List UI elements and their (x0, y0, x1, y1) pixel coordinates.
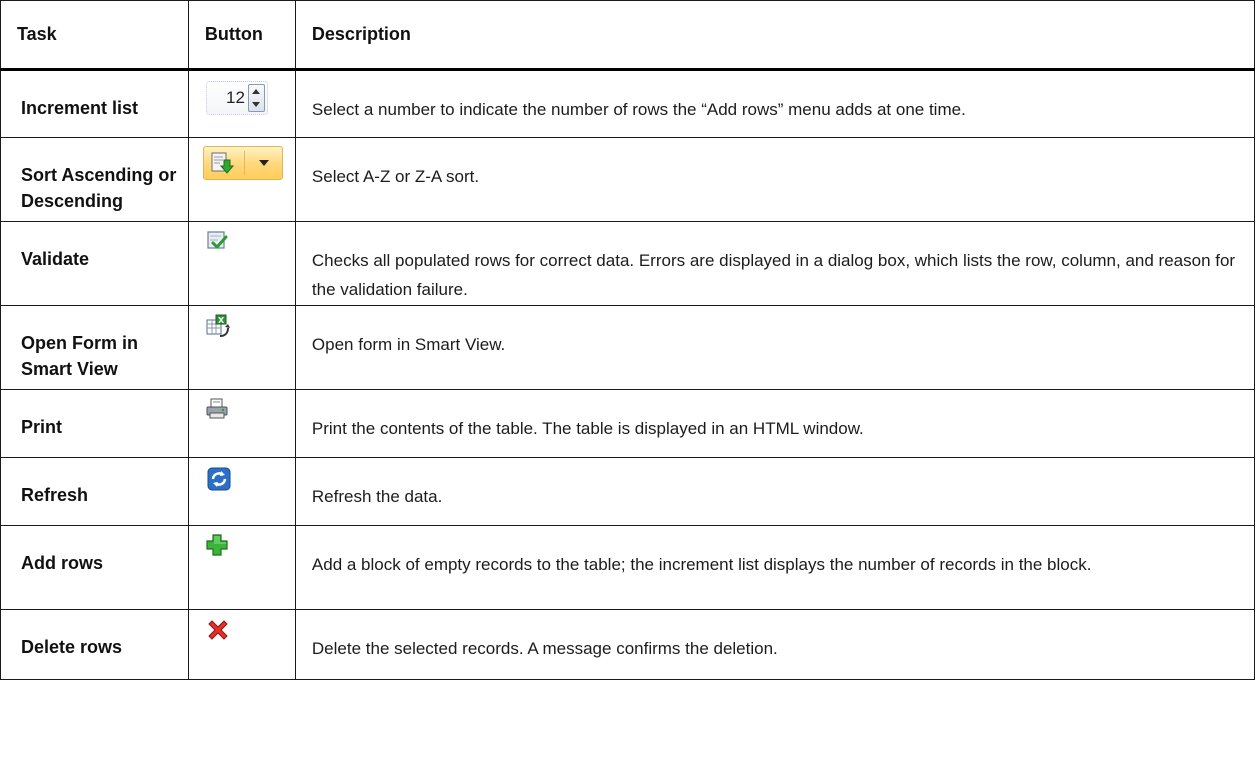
table-row: Increment list 12 Select a number to ind… (0, 69, 1255, 138)
button-cell (187, 609, 296, 680)
sort-document-icon (211, 152, 234, 174)
validate-checkmark-icon[interactable] (206, 230, 228, 252)
button-cell: X (187, 305, 296, 390)
task-description: Select A-Z or Z-A sort. (294, 137, 1255, 222)
task-description: Open form in Smart View. (294, 305, 1255, 390)
task-name: Delete rows (0, 609, 189, 680)
task-description: Delete the selected records. A message c… (294, 609, 1255, 680)
header-task: Task (0, 0, 189, 71)
spinner-up-arrow-icon[interactable] (252, 89, 261, 94)
spinner-value: 12 (226, 88, 245, 107)
task-description: Checks all populated rows for correct da… (294, 221, 1255, 306)
smart-view-icon[interactable]: X (206, 314, 230, 338)
table-row: Refresh Refresh the data. (0, 457, 1255, 526)
button-cell (187, 389, 296, 458)
chevron-down-icon[interactable] (258, 160, 269, 166)
table-row: Add rows Add a block of empty records to… (0, 525, 1255, 610)
table-row: Delete rows Delete the selected records.… (0, 609, 1255, 680)
increment-spinner-icon[interactable]: 12 (205, 81, 268, 115)
spinner-arrows[interactable] (247, 84, 265, 112)
table-row: Open Form in Smart View X Open form in S… (0, 305, 1255, 390)
header-description: Description (294, 0, 1255, 71)
task-name: Sort Ascending or Descending (0, 137, 189, 222)
spinner-down-arrow-icon[interactable] (252, 102, 261, 107)
task-name: Increment list (0, 69, 189, 138)
button-cell (187, 137, 296, 222)
header-button: Button (187, 0, 296, 71)
table-row: Validate Checks all populated rows for c… (0, 221, 1255, 306)
table-row: Print Print the contents of the table. T… (0, 389, 1255, 458)
button-cell (187, 457, 296, 526)
svg-text:X: X (218, 316, 225, 325)
task-button-table: Task Button Description Increment list 1… (0, 0, 1255, 680)
task-name: Open Form in Smart View (0, 305, 189, 390)
task-description: Print the contents of the table. The tab… (294, 389, 1255, 458)
button-cell (187, 525, 296, 610)
table-row: Sort Ascending or Descending Select A-Z … (0, 137, 1255, 222)
task-description: Refresh the data. (294, 457, 1255, 526)
task-name: Refresh (0, 457, 189, 526)
plus-icon[interactable] (206, 534, 228, 556)
task-name: Add rows (0, 525, 189, 610)
button-cell (187, 221, 296, 306)
task-description: Add a block of empty records to the tabl… (294, 525, 1255, 610)
header-row: Task Button Description (0, 0, 1255, 71)
task-description: Select a number to indicate the number o… (294, 69, 1255, 138)
refresh-icon[interactable] (206, 466, 232, 492)
sort-icon[interactable] (202, 146, 283, 180)
task-name: Validate (0, 221, 189, 306)
task-name: Print (0, 389, 189, 458)
printer-icon[interactable] (206, 398, 228, 420)
sort-separator (243, 151, 245, 175)
button-cell: 12 (187, 69, 296, 138)
delete-x-icon[interactable] (206, 618, 230, 642)
